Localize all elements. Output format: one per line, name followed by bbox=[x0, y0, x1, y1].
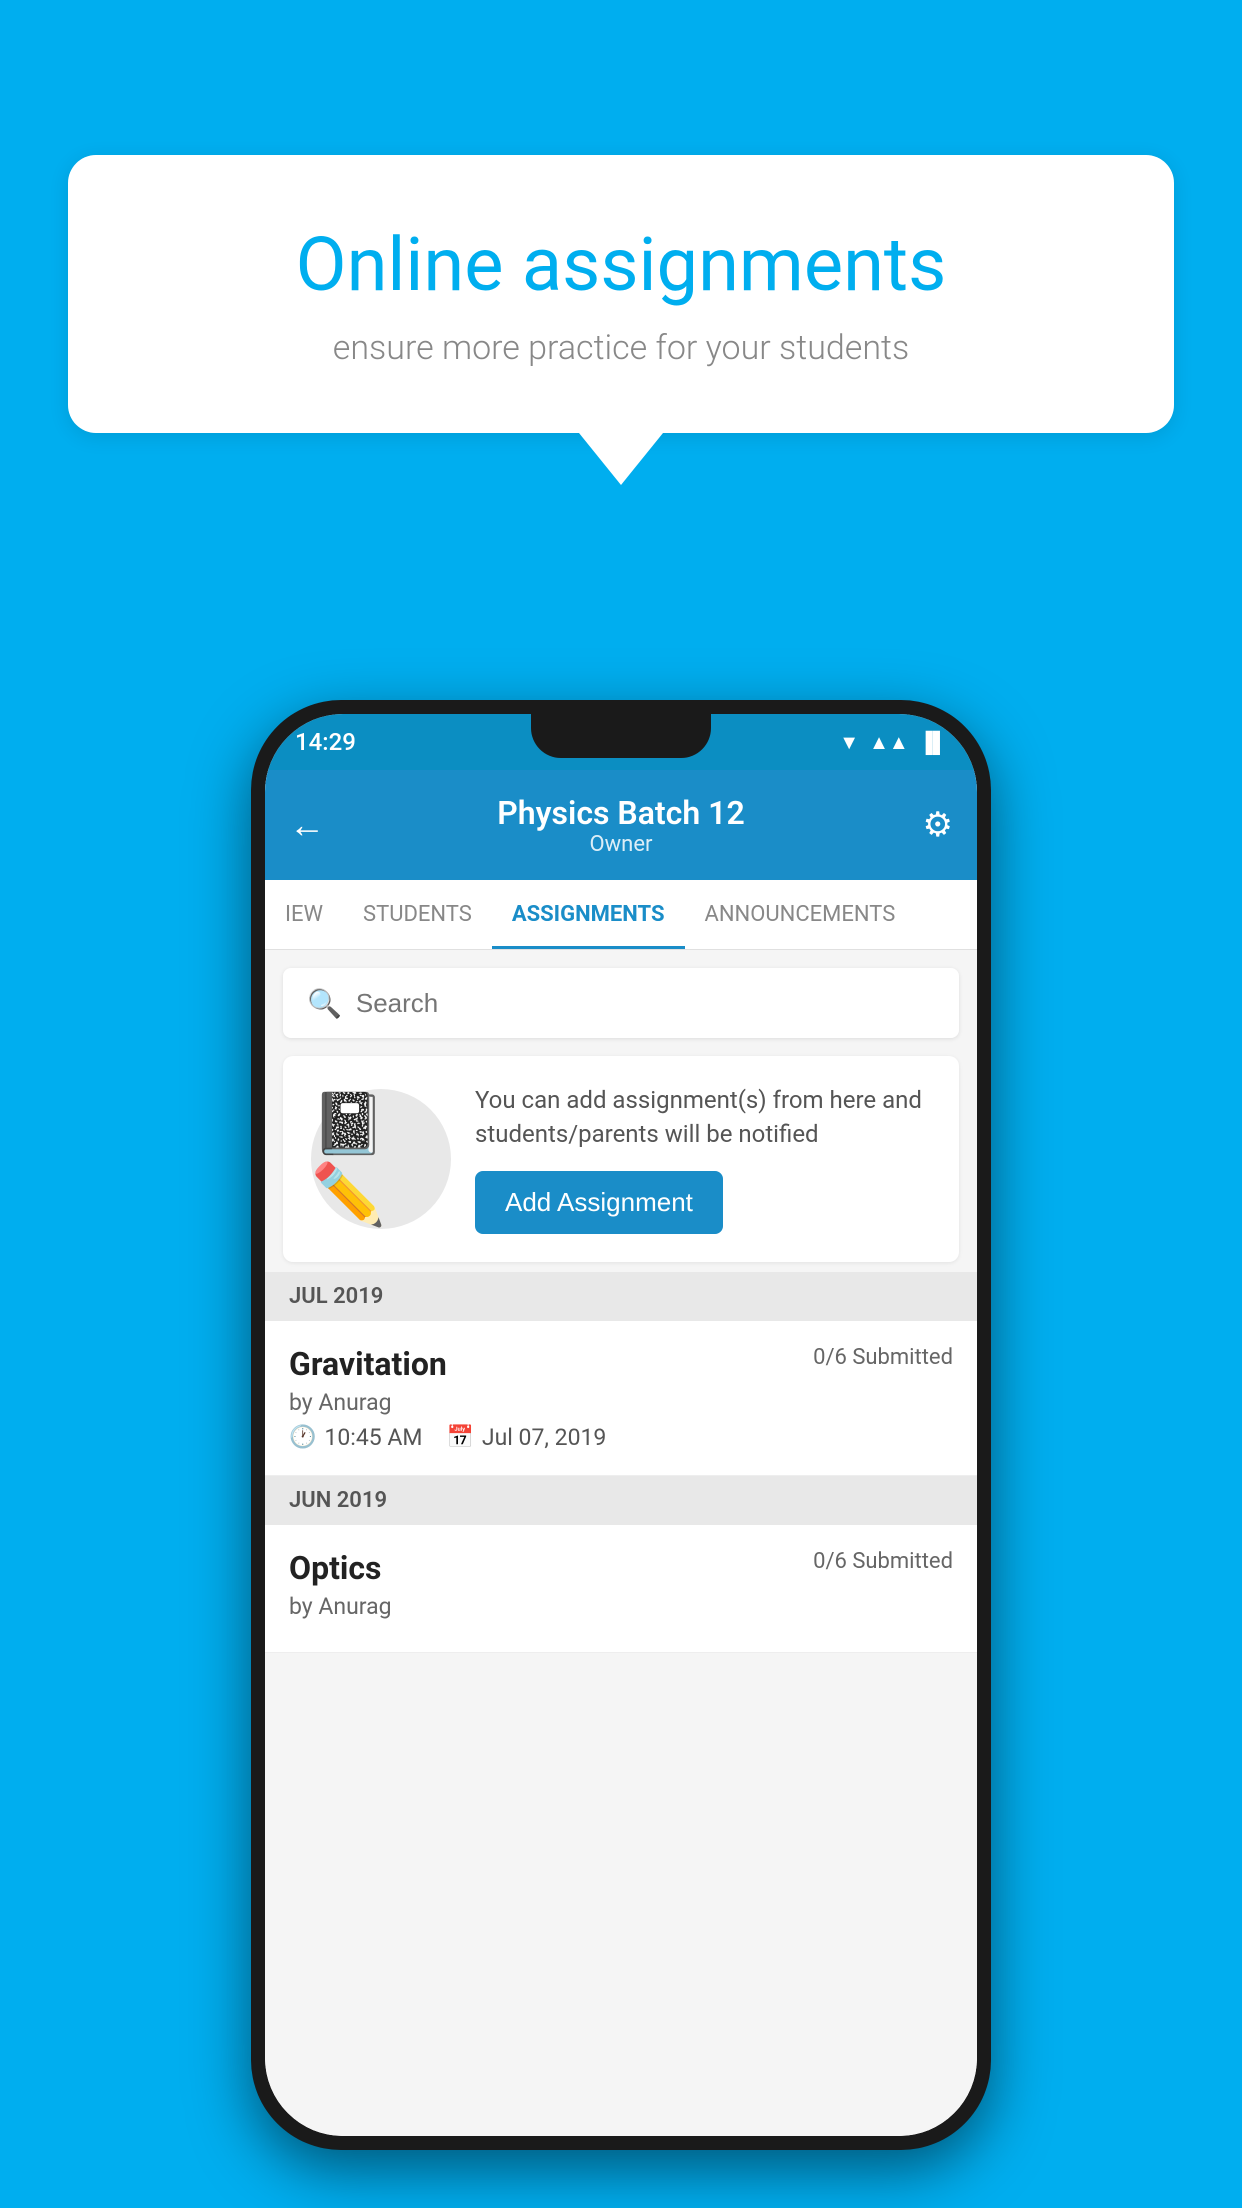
clock-icon: 🕐 bbox=[289, 1425, 316, 1450]
assignment-optics[interactable]: Optics 0/6 Submitted by Anurag bbox=[265, 1525, 977, 1653]
search-icon: 🔍 bbox=[307, 987, 342, 1020]
signal-icon: ▲▲ bbox=[869, 730, 909, 755]
speech-bubble-arrow bbox=[579, 433, 663, 485]
battery-icon: ▐▌ bbox=[919, 730, 947, 755]
status-time: 14:29 bbox=[295, 728, 356, 756]
notch bbox=[531, 714, 711, 758]
assignment-time: 🕐 10:45 AM bbox=[289, 1424, 422, 1451]
content-area: 🔍 📓✏️ You can add assignment(s) from her… bbox=[265, 950, 977, 2136]
assignment-name: Gravitation bbox=[289, 1345, 447, 1383]
speech-bubble-title: Online assignments bbox=[128, 225, 1114, 306]
promo-card: 📓✏️ You can add assignment(s) from here … bbox=[283, 1056, 959, 1262]
promo-description: You can add assignment(s) from here and … bbox=[475, 1084, 931, 1151]
status-icons: ▼ ▲▲ ▐▌ bbox=[839, 730, 947, 755]
assignment-top: Gravitation 0/6 Submitted bbox=[289, 1345, 953, 1383]
assignment-submitted: 0/6 Submitted bbox=[813, 1345, 953, 1370]
tab-iew[interactable]: IEW bbox=[265, 880, 343, 949]
tab-assignments[interactable]: ASSIGNMENTS bbox=[492, 880, 685, 949]
assignment-author: by Anurag bbox=[289, 1389, 953, 1416]
time-value: 10:45 AM bbox=[324, 1424, 422, 1451]
optics-submitted: 0/6 Submitted bbox=[813, 1549, 953, 1574]
section-jun-2019: JUN 2019 bbox=[265, 1476, 977, 1525]
header-title: Physics Batch 12 bbox=[497, 794, 744, 832]
tab-students[interactable]: STUDENTS bbox=[343, 880, 492, 949]
back-button[interactable]: ← bbox=[289, 804, 325, 846]
header-title-group: Physics Batch 12 Owner bbox=[497, 794, 744, 857]
speech-bubble: Online assignments ensure more practice … bbox=[68, 155, 1174, 433]
optics-author: by Anurag bbox=[289, 1593, 953, 1620]
assignment-top-optics: Optics 0/6 Submitted bbox=[289, 1549, 953, 1587]
header-subtitle: Owner bbox=[497, 832, 744, 857]
tab-announcements[interactable]: ANNOUNCEMENTS bbox=[685, 880, 916, 949]
assignment-date: 📅 Jul 07, 2019 bbox=[446, 1424, 606, 1451]
add-assignment-button[interactable]: Add Assignment bbox=[475, 1171, 723, 1234]
phone-screen: 14:29 ▼ ▲▲ ▐▌ ← Physics Batch 12 Owner ⚙… bbox=[265, 714, 977, 2136]
speech-bubble-container: Online assignments ensure more practice … bbox=[68, 155, 1174, 485]
phone-frame: 14:29 ▼ ▲▲ ▐▌ ← Physics Batch 12 Owner ⚙… bbox=[251, 700, 991, 2150]
speech-bubble-subtitle: ensure more practice for your students bbox=[128, 328, 1114, 368]
screen-wrapper: ← Physics Batch 12 Owner ⚙ IEW STUDENTS … bbox=[265, 770, 977, 2136]
wifi-icon: ▼ bbox=[839, 730, 859, 755]
date-value: Jul 07, 2019 bbox=[482, 1424, 606, 1451]
calendar-icon: 📅 bbox=[446, 1425, 473, 1450]
settings-icon[interactable]: ⚙ bbox=[923, 805, 953, 845]
tabs-bar: IEW STUDENTS ASSIGNMENTS ANNOUNCEMENTS bbox=[265, 880, 977, 950]
promo-right: You can add assignment(s) from here and … bbox=[475, 1084, 931, 1234]
app-header: ← Physics Batch 12 Owner ⚙ bbox=[265, 770, 977, 880]
section-jul-2019: JUL 2019 bbox=[265, 1272, 977, 1321]
assignment-gravitation[interactable]: Gravitation 0/6 Submitted by Anurag 🕐 10… bbox=[265, 1321, 977, 1476]
notebook-icon: 📓✏️ bbox=[311, 1088, 451, 1230]
promo-icon-circle: 📓✏️ bbox=[311, 1089, 451, 1229]
optics-name: Optics bbox=[289, 1549, 381, 1587]
assignment-meta: 🕐 10:45 AM 📅 Jul 07, 2019 bbox=[289, 1424, 953, 1451]
search-input[interactable] bbox=[356, 988, 935, 1019]
search-bar: 🔍 bbox=[283, 968, 959, 1038]
